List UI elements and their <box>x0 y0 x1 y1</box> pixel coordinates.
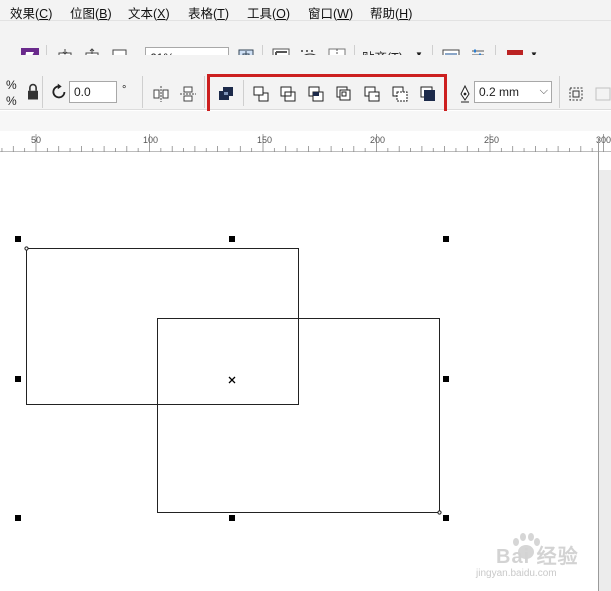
outline-width-dropdown[interactable]: 0.2 mm ⌵ <box>474 81 552 103</box>
page-shadow <box>599 170 611 591</box>
toolbox-strip <box>0 111 611 131</box>
chevron-down-icon: ⌵ <box>539 85 548 97</box>
separator <box>559 76 560 108</box>
scale-percent-top: % <box>6 78 17 92</box>
menu-bitmaps[interactable]: 位图(B) <box>70 3 112 22</box>
ruler-label: 250 <box>484 135 500 145</box>
menu-bar: 效果(C) 位图(B) 文本(X) 表格(T) 工具(O) 窗口(W) 帮助(H… <box>0 0 611 21</box>
mirror-vertical-icon[interactable] <box>178 84 198 104</box>
outline-pen-icon <box>455 84 475 104</box>
baidu-watermark: Bai 经验 jingyan.baidu.com <box>476 520 586 580</box>
degree-symbol: ° <box>122 84 127 96</box>
page-border <box>598 138 599 591</box>
disabled-tool-icon <box>593 84 611 104</box>
rotation-angle-input[interactable]: 0.0 <box>69 81 117 103</box>
menu-window[interactable]: 窗口(W) <box>308 3 353 22</box>
menu-text[interactable]: 文本(X) <box>128 3 170 22</box>
watermark-text: Bai 经验 <box>496 546 579 568</box>
menu-help[interactable]: 帮助(H) <box>370 3 412 22</box>
ruler-label: 100 <box>143 135 159 145</box>
separator <box>42 76 43 108</box>
ruler-label: 200 <box>370 135 386 145</box>
separator <box>204 76 205 108</box>
horizontal-ruler[interactable]: 50 100 150 200 250 300 <box>0 131 611 152</box>
scale-percent-bottom: % <box>6 94 17 108</box>
outline-width-value: 0.2 mm <box>479 85 520 99</box>
watermark-url: jingyan.baidu.com <box>476 568 557 579</box>
rotate-icon <box>50 82 66 100</box>
menu-tools[interactable]: 工具(O) <box>247 3 290 22</box>
quick-customize-icon[interactable] <box>566 84 586 104</box>
menu-table[interactable]: 表格(T) <box>188 3 229 22</box>
ruler-label: 50 <box>31 135 42 145</box>
lock-ratio-icon[interactable] <box>23 82 38 100</box>
shaping-tools-highlight <box>207 74 447 114</box>
mirror-horizontal-icon[interactable] <box>151 84 171 104</box>
ruler-tick-marks <box>1 134 604 152</box>
menu-effects[interactable]: 效果(C) <box>10 3 52 22</box>
separator <box>142 76 143 108</box>
rotation-value: 0.0 <box>74 85 91 99</box>
ruler-label: 150 <box>257 135 273 145</box>
